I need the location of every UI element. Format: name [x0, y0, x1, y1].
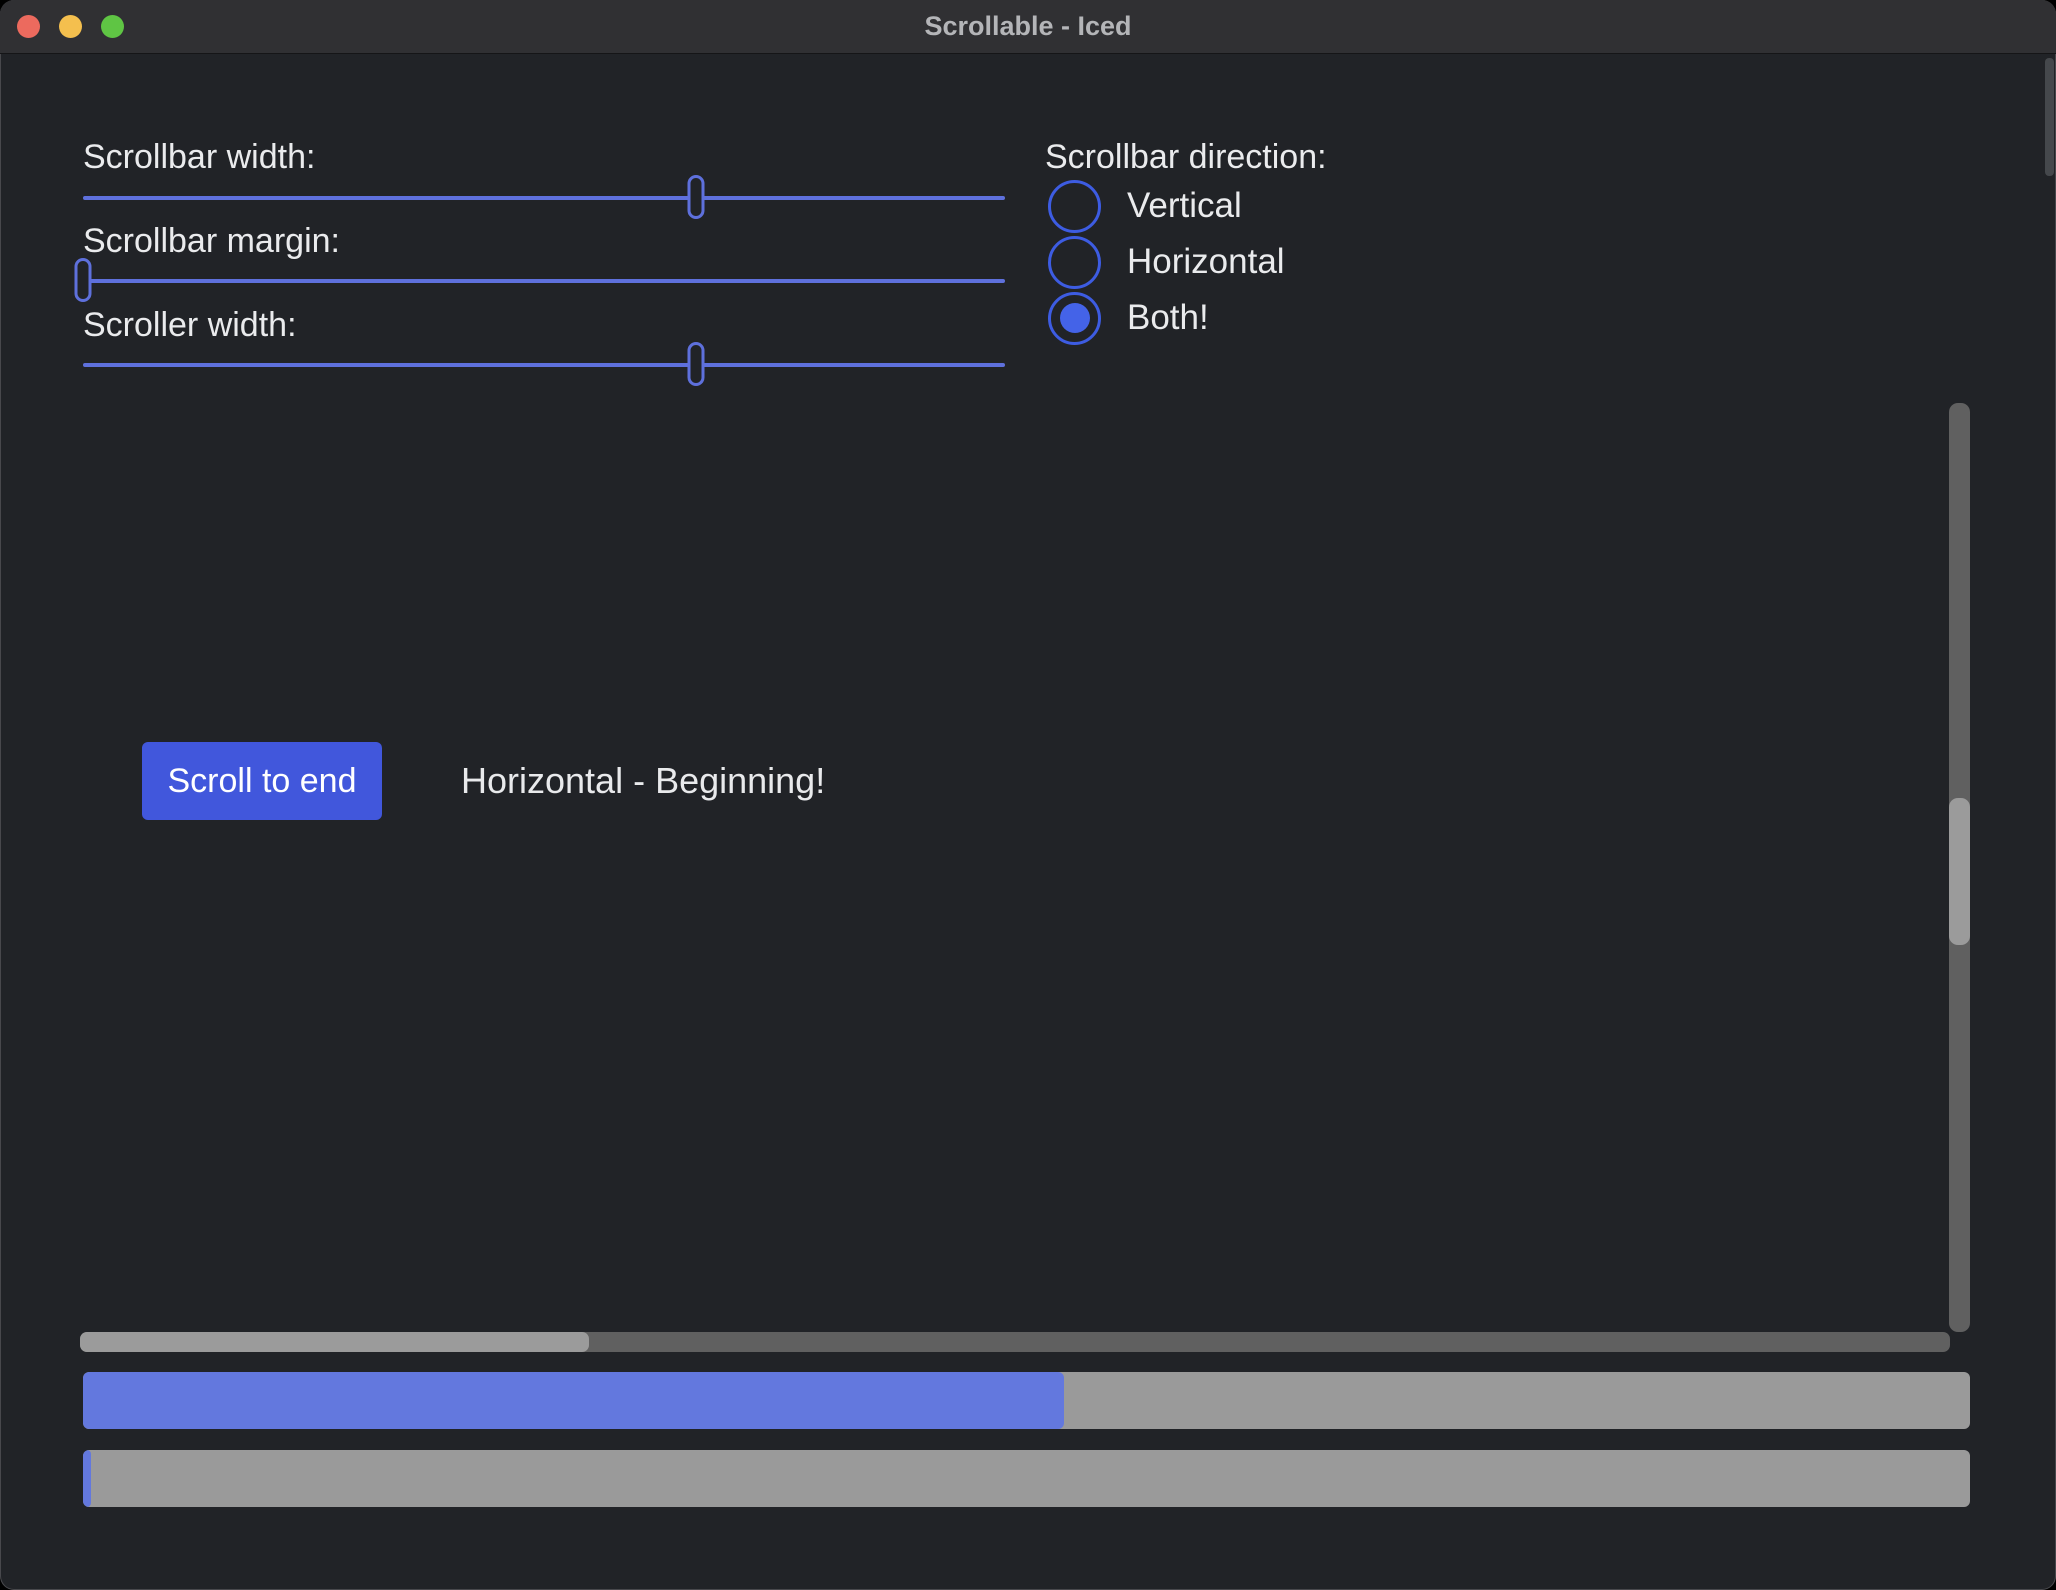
scroll-status-text: Horizontal - Beginning! — [461, 759, 825, 803]
radio-dot — [1060, 191, 1090, 221]
radio-label[interactable]: Vertical — [1127, 186, 1242, 226]
slider-track[interactable] — [83, 279, 1005, 283]
progress-bar-horizontal-fill — [83, 1372, 1064, 1429]
progress-bar-vertical-fill — [83, 1450, 91, 1507]
scrollbar-width-label: Scrollbar width: — [83, 138, 315, 177]
scrollbar-margin-slider[interactable] — [83, 258, 1005, 304]
slider-track[interactable] — [83, 363, 1005, 367]
scroller-width-slider[interactable] — [83, 342, 1005, 388]
radio-circle[interactable] — [1048, 236, 1101, 289]
radio-label[interactable]: Both! — [1127, 298, 1209, 338]
radio-label[interactable]: Horizontal — [1127, 242, 1285, 282]
slider-handle[interactable] — [688, 342, 705, 386]
radio-dot — [1060, 247, 1090, 277]
outer-scrollbar-thumb[interactable] — [2045, 58, 2054, 176]
radio-option-both[interactable]: Both! — [1048, 290, 1285, 346]
titlebar: Scrollable - Iced — [0, 0, 2056, 54]
vertical-scrollbar-thumb[interactable] — [1949, 798, 1970, 945]
window-title: Scrollable - Iced — [0, 0, 2056, 53]
scrollbar-direction-group: Vertical Horizontal Both! — [1048, 178, 1285, 346]
slider-handle[interactable] — [688, 175, 705, 219]
slider-handle[interactable] — [75, 258, 92, 302]
scroll-to-end-button[interactable]: Scroll to end — [142, 742, 382, 820]
horizontal-scrollbar-rail[interactable] — [80, 1332, 1950, 1352]
vertical-scrollbar-rail[interactable] — [1949, 403, 1970, 1332]
progress-bar-vertical — [83, 1450, 1970, 1507]
scrollbar-width-slider[interactable] — [83, 175, 1005, 221]
radio-option-vertical[interactable]: Vertical — [1048, 178, 1285, 234]
slider-track[interactable] — [83, 196, 1005, 200]
progress-bar-horizontal — [83, 1372, 1970, 1429]
radio-circle[interactable] — [1048, 292, 1101, 345]
app-window: Scrollable - Iced Scrollbar width: Scrol… — [0, 0, 2056, 1590]
radio-option-horizontal[interactable]: Horizontal — [1048, 234, 1285, 290]
scrollbar-margin-label: Scrollbar margin: — [83, 222, 340, 261]
scrollbar-direction-label: Scrollbar direction: — [1045, 138, 1327, 177]
horizontal-scrollbar-thumb[interactable] — [80, 1332, 589, 1352]
radio-dot — [1060, 303, 1090, 333]
radio-circle[interactable] — [1048, 180, 1101, 233]
scroller-width-label: Scroller width: — [83, 306, 297, 345]
